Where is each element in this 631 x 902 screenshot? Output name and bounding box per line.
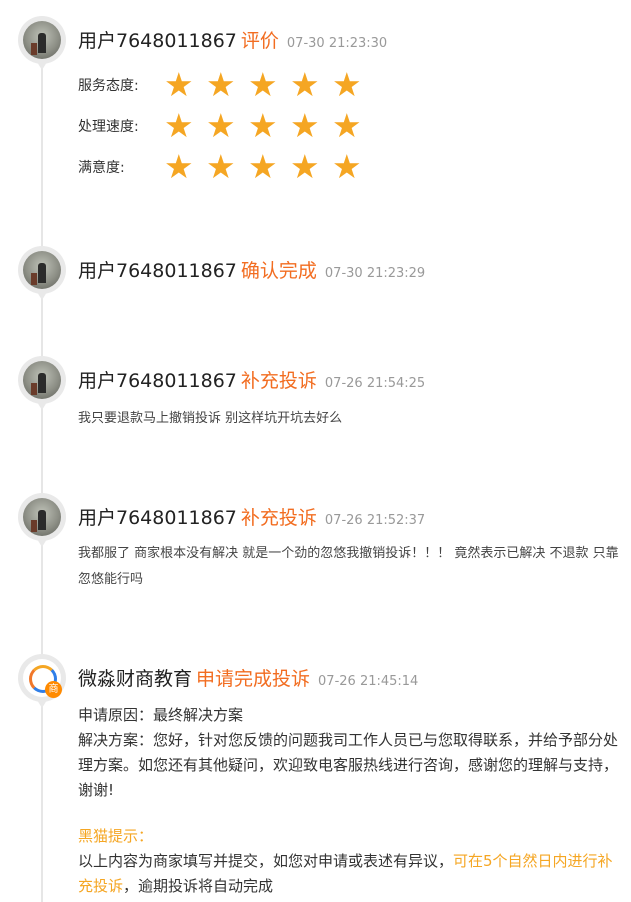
entry-header: 用户7648011867 补充投诉 07-26 21:54:25 xyxy=(78,366,425,393)
tip-tail: ，逾期投诉将自动完成 xyxy=(123,877,274,895)
rating-label: 满意度: xyxy=(78,159,125,176)
entry-header: 用户7648011867 评价 07-30 21:23:30 xyxy=(78,26,387,53)
rating-label: 处理速度: xyxy=(78,118,139,135)
user-name: 用户7648011867 xyxy=(78,370,237,392)
avatar xyxy=(23,21,61,59)
ratings: 服务态度: ★ ★ ★ ★ ★ 处理速度: ★ ★ ★ ★ ★ 满意度: ★ ★ ★ ★ ★ xyxy=(78,64,374,187)
user-avatar-pin xyxy=(18,493,66,551)
star-icon: ★ xyxy=(248,106,278,145)
star-icon: ★ xyxy=(332,65,362,104)
rating-row-service: 服务态度: ★ ★ ★ ★ ★ xyxy=(78,64,374,105)
timestamp: 07-26 21:45:14 xyxy=(318,674,419,689)
timeline-line xyxy=(41,30,43,902)
entry-header: 用户7648011867 补充投诉 07-26 21:52:37 xyxy=(78,503,425,530)
star-icon: ★ xyxy=(164,106,194,145)
user-avatar-pin xyxy=(18,16,66,74)
star-icon: ★ xyxy=(248,65,278,104)
tip-body: 以上内容为商家填写并提交，如您对申请或表述有异议， xyxy=(78,852,454,870)
star-icon: ★ xyxy=(206,106,236,145)
star-icon: ★ xyxy=(332,147,362,186)
tip-text: 以上内容为商家填写并提交，如您对申请或表述有异议，可在5个自然日内进行补充投诉，… xyxy=(78,849,623,899)
action-label: 补充投诉 xyxy=(240,507,317,529)
entry-header: 微淼财商教育 申请完成投诉 07-26 21:45:14 xyxy=(78,664,418,691)
user-name: 用户7648011867 xyxy=(78,30,237,52)
avatar xyxy=(23,361,61,399)
star-icon: ★ xyxy=(206,147,236,186)
star-icon: ★ xyxy=(206,65,236,104)
avatar xyxy=(23,251,61,289)
apply-reason: 申请原因：最终解决方案 xyxy=(78,706,244,724)
rating-row-speed: 处理速度: ★ ★ ★ ★ ★ xyxy=(78,105,374,146)
star-icon: ★ xyxy=(290,65,320,104)
merchant-badge: 商 xyxy=(45,681,62,698)
star-icon: ★ xyxy=(248,147,278,186)
complaint-message: 我只要退款马上撤销投诉 别这样坑开坑去好么 xyxy=(78,411,343,426)
merchant-name: 微淼财商教育 xyxy=(78,668,193,690)
action-label: 评价 xyxy=(240,30,279,52)
entry-header: 用户7648011867 确认完成 07-30 21:23:29 xyxy=(78,256,425,283)
user-avatar-pin xyxy=(18,356,66,414)
action-label: 补充投诉 xyxy=(240,370,317,392)
star-icon: ★ xyxy=(332,106,362,145)
star-icon: ★ xyxy=(164,147,194,186)
timestamp: 07-26 21:54:25 xyxy=(324,376,426,391)
timestamp: 07-30 21:23:29 xyxy=(324,266,426,281)
application-detail: 申请原因：最终解决方案 解决方案：您好，针对您反馈的问题我司工作人员已与您取得联… xyxy=(78,703,623,899)
apply-solution: 解决方案：您好，针对您反馈的问题我司工作人员已与您取得联系，并给予部分处理方案。… xyxy=(78,731,619,799)
star-icon: ★ xyxy=(290,106,320,145)
timestamp: 07-26 21:52:37 xyxy=(324,513,426,528)
complaint-message: 我都服了 商家根本没有解决 就是一个劲的忽悠我撤销投诉！！！ 竟然表示已解决 不… xyxy=(78,546,619,587)
rating-row-satisfaction: 满意度: ★ ★ ★ ★ ★ xyxy=(78,146,374,187)
merchant-logo-pin: 商 xyxy=(18,654,66,712)
action-label: 申请完成投诉 xyxy=(196,668,311,690)
tip-title: 黑猫提示： xyxy=(78,827,154,845)
user-avatar-pin xyxy=(18,246,66,304)
merchant-logo: 商 xyxy=(23,659,62,698)
timestamp: 07-30 21:23:30 xyxy=(286,36,388,51)
avatar xyxy=(23,498,61,536)
action-label: 确认完成 xyxy=(240,260,317,282)
user-name: 用户7648011867 xyxy=(78,260,237,282)
star-icon: ★ xyxy=(290,147,320,186)
user-name: 用户7648011867 xyxy=(78,507,237,529)
star-icon: ★ xyxy=(164,65,194,104)
rating-label: 服务态度: xyxy=(78,77,139,94)
